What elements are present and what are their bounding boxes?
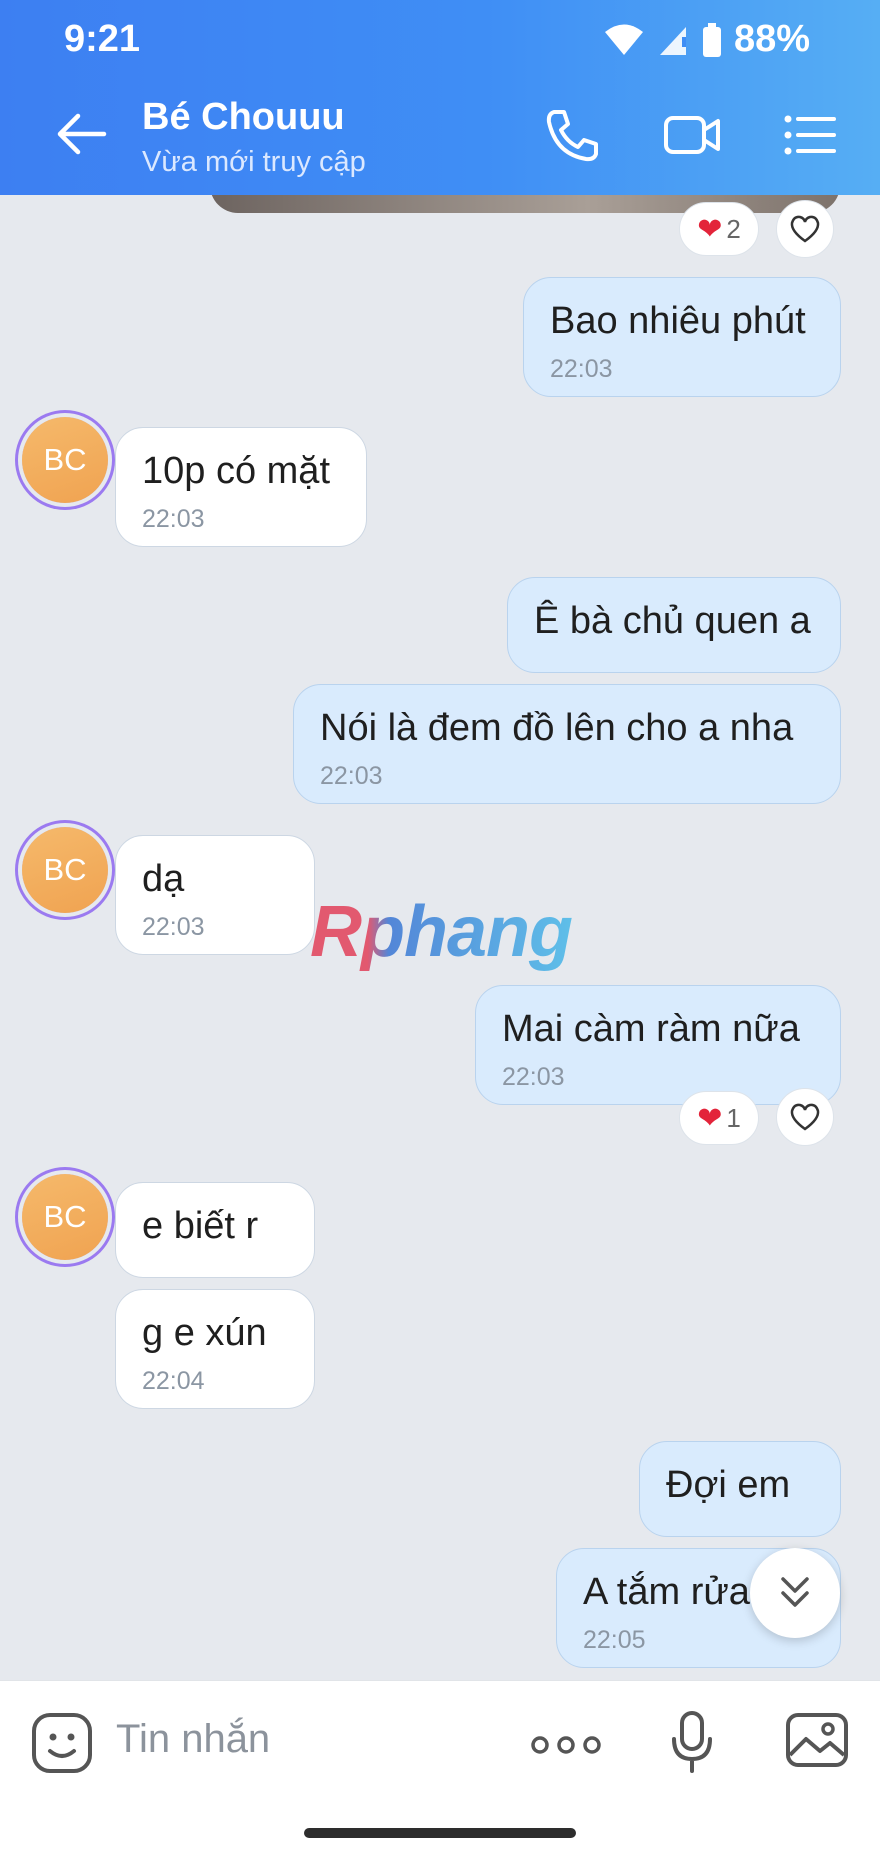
heart-outline-icon <box>790 215 820 243</box>
message-text: Nói là đem đồ lên cho a nha <box>320 707 794 749</box>
message-bubble-incoming[interactable]: g e xún 22:04 <box>115 1289 315 1409</box>
message-text: Ê bà chủ quen a <box>534 600 811 642</box>
message-bubble-incoming[interactable]: dạ 22:03 <box>115 835 315 955</box>
message-bubble-incoming[interactable]: 10p có mặt 22:03 <box>115 427 367 547</box>
message-time: 22:03 <box>550 355 613 383</box>
top-app-bar: 9:21 88% Bé Chouuu Vừa mới truy cập <box>0 0 880 195</box>
battery-percent: 88% <box>733 18 810 60</box>
reaction-count: 2 <box>726 213 741 244</box>
signal-icon <box>659 26 686 55</box>
avatar[interactable]: BC <box>22 827 108 913</box>
message-text: dạ <box>142 858 185 900</box>
heart-outline-icon <box>790 1103 820 1131</box>
message-list[interactable]: ❤ 2 Bao nhiêu phút 22:03 BC 10p có mặt 2… <box>0 195 880 1680</box>
heart-filled-icon: ❤ <box>697 1101 723 1135</box>
heart-filled-icon: ❤ <box>697 212 723 246</box>
back-button[interactable] <box>48 106 112 162</box>
avatar[interactable]: BC <box>22 1174 108 1260</box>
message-input[interactable]: Tin nhắn <box>116 1717 270 1762</box>
message-text: 10p có mặt <box>142 450 330 492</box>
message-time: 22:03 <box>142 505 205 533</box>
voice-call-button[interactable] <box>542 106 602 164</box>
scroll-to-bottom-button[interactable] <box>750 1548 840 1638</box>
wifi-icon <box>604 24 643 55</box>
gallery-button[interactable] <box>784 1709 850 1776</box>
sticker-smile-icon <box>32 1713 92 1773</box>
avatar[interactable]: BC <box>22 417 108 503</box>
message-text: g e xún <box>142 1312 267 1354</box>
react-button[interactable] <box>776 200 834 258</box>
list-menu-icon <box>784 115 836 155</box>
battery-icon <box>702 22 721 57</box>
video-call-button[interactable] <box>662 106 722 164</box>
message-bubble-outgoing[interactable]: Bao nhiêu phút 22:03 <box>523 277 841 397</box>
reaction-count-badge[interactable]: ❤ 2 <box>679 202 759 256</box>
status-bar: 9:21 88% <box>0 0 880 76</box>
voice-message-button[interactable] <box>668 1709 716 1780</box>
message-composer: Tin nhắn <box>0 1680 880 1859</box>
phone-icon <box>546 110 598 162</box>
double-chevron-down-icon <box>781 1577 809 1607</box>
more-options-button[interactable] <box>530 1731 602 1764</box>
options-menu-button[interactable] <box>780 106 840 164</box>
message-bubble-outgoing[interactable]: Nói là đem đồ lên cho a nha 22:03 <box>293 684 841 804</box>
message-text: Đợi em <box>666 1464 791 1506</box>
message-bubble-outgoing[interactable]: Mai càm ràm nữa 22:03 <box>475 985 841 1105</box>
more-dots-icon <box>531 1736 601 1754</box>
status-time: 9:21 <box>64 18 141 60</box>
watermark-logo: Rphang <box>310 892 573 972</box>
video-camera-icon <box>664 116 720 154</box>
home-indicator[interactable] <box>304 1828 576 1838</box>
message-text: Bao nhiêu phút <box>550 300 806 342</box>
image-gallery-icon <box>786 1713 848 1767</box>
sticker-button[interactable] <box>30 1711 94 1780</box>
reaction-count-badge[interactable]: ❤ 1 <box>679 1091 759 1145</box>
contact-status: Vừa mới truy cập <box>142 146 366 178</box>
message-text: e biết r <box>142 1205 259 1247</box>
microphone-icon <box>672 1711 712 1773</box>
status-icons: 88% <box>604 18 810 61</box>
message-bubble-outgoing[interactable]: Ê bà chủ quen a <box>507 577 841 673</box>
message-bubble-outgoing[interactable]: Đợi em <box>639 1441 841 1537</box>
message-time: 22:03 <box>502 1063 565 1091</box>
message-bubble-incoming[interactable]: e biết r <box>115 1182 315 1278</box>
message-time: 22:03 <box>142 913 205 941</box>
arrow-left-icon <box>57 113 107 155</box>
message-time: 22:04 <box>142 1367 205 1395</box>
react-button[interactable] <box>776 1088 834 1146</box>
reaction-count: 1 <box>726 1102 741 1133</box>
message-text: Mai càm ràm nữa <box>502 1008 800 1050</box>
chat-header: Bé Chouuu Vừa mới truy cập <box>0 76 880 195</box>
message-time: 22:03 <box>320 762 383 790</box>
contact-name[interactable]: Bé Chouuu <box>142 96 345 139</box>
